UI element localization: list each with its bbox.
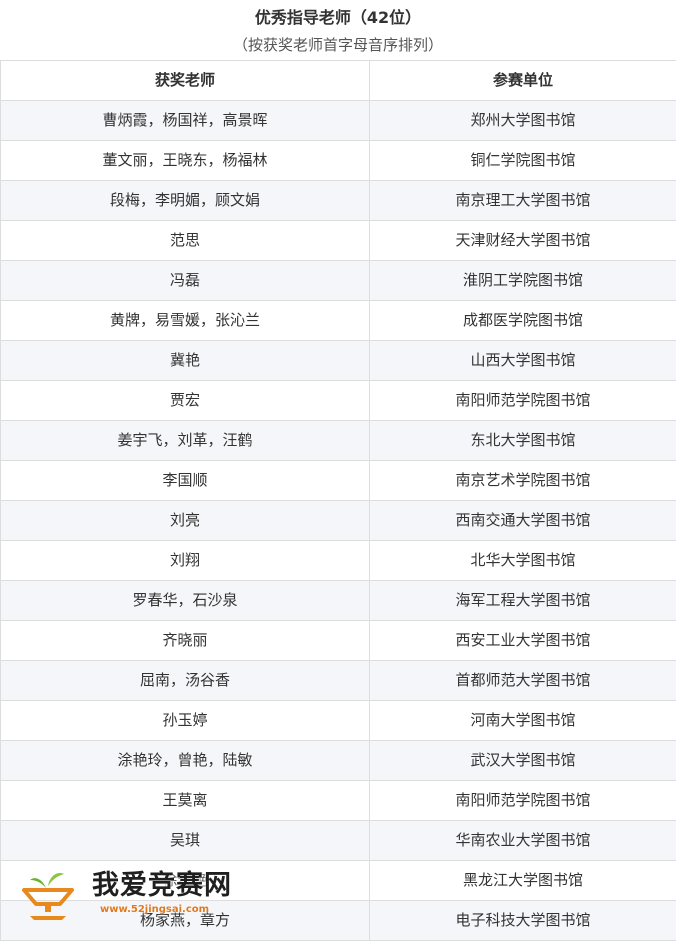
table-row: 杨家燕，章方 电子科技大学图书馆 bbox=[0, 900, 676, 941]
table-row: 段梅，李明媚，顾文娟 南京理工大学图书馆 bbox=[0, 180, 676, 221]
table-row: 屈南，汤谷香 首都师范大学图书馆 bbox=[0, 660, 676, 701]
unit-cell: 北华大学图书馆 bbox=[369, 540, 676, 581]
teacher-cell: 王莫离 bbox=[0, 780, 370, 821]
unit-cell: 西南交通大学图书馆 bbox=[369, 500, 676, 541]
unit-cell: 南阳师范学院图书馆 bbox=[369, 380, 676, 421]
table-row: 刘亮 西南交通大学图书馆 bbox=[0, 500, 676, 541]
table-row: 齐晓丽 西安工业大学图书馆 bbox=[0, 620, 676, 661]
column-header-unit: 参赛单位 bbox=[369, 60, 676, 101]
table-row: 曹炳霞，杨国祥，高景晖 郑州大学图书馆 bbox=[0, 100, 676, 141]
teacher-cell: 曹炳霞，杨国祥，高景晖 bbox=[0, 100, 370, 141]
page-subtitle: （按获奖老师首字母音序排列） bbox=[232, 36, 443, 54]
teacher-cell: 刘翔 bbox=[0, 540, 370, 581]
unit-cell: 成都医学院图书馆 bbox=[369, 300, 676, 341]
table-row: 王莫离 南阳师范学院图书馆 bbox=[0, 780, 676, 821]
table-row: 吴琪 华南农业大学图书馆 bbox=[0, 820, 676, 861]
unit-cell: 华南农业大学图书馆 bbox=[369, 820, 676, 861]
unit-cell: 河南大学图书馆 bbox=[369, 700, 676, 741]
table-row: 孙玉婷 河南大学图书馆 bbox=[0, 700, 676, 741]
table-row: 姜宇飞，刘革，汪鹤 东北大学图书馆 bbox=[0, 420, 676, 461]
unit-cell: 西安工业大学图书馆 bbox=[369, 620, 676, 661]
unit-cell: 天津财经大学图书馆 bbox=[369, 220, 676, 261]
unit-cell: 南京艺术学院图书馆 bbox=[369, 460, 676, 501]
unit-cell: 山西大学图书馆 bbox=[369, 340, 676, 381]
unit-cell: 首都师范大学图书馆 bbox=[369, 660, 676, 701]
teacher-cell: 罗春华，石沙泉 bbox=[0, 580, 370, 621]
unit-cell: 东北大学图书馆 bbox=[369, 420, 676, 461]
table-row: 黄牌，易雪媛，张沁兰 成都医学院图书馆 bbox=[0, 300, 676, 341]
teacher-cell: 杨家燕，章方 bbox=[0, 900, 370, 941]
table-row: 冀艳 山西大学图书馆 bbox=[0, 340, 676, 381]
unit-cell: 铜仁学院图书馆 bbox=[369, 140, 676, 181]
table-header-row: 获奖老师 参赛单位 bbox=[0, 60, 676, 101]
table-row: 徐春艳 黑龙江大学图书馆 bbox=[0, 860, 676, 901]
teacher-cell: 范思 bbox=[0, 220, 370, 261]
teacher-cell: 涂艳玲，曾艳，陆敏 bbox=[0, 740, 370, 781]
unit-cell: 南阳师范学院图书馆 bbox=[369, 780, 676, 821]
unit-cell: 淮阴工学院图书馆 bbox=[369, 260, 676, 301]
table-row: 贾宏 南阳师范学院图书馆 bbox=[0, 380, 676, 421]
page-title: 优秀指导老师（42位） bbox=[254, 8, 422, 27]
teacher-cell: 董文丽，王晓东，杨福林 bbox=[0, 140, 370, 181]
teacher-cell: 黄牌，易雪媛，张沁兰 bbox=[0, 300, 370, 341]
table-row: 范思 天津财经大学图书馆 bbox=[0, 220, 676, 261]
unit-cell: 武汉大学图书馆 bbox=[369, 740, 676, 781]
teacher-cell: 刘亮 bbox=[0, 500, 370, 541]
teacher-cell: 屈南，汤谷香 bbox=[0, 660, 370, 701]
unit-cell: 黑龙江大学图书馆 bbox=[369, 860, 676, 901]
column-header-teacher: 获奖老师 bbox=[0, 60, 370, 101]
teacher-cell: 贾宏 bbox=[0, 380, 370, 421]
unit-cell: 郑州大学图书馆 bbox=[369, 100, 676, 141]
table-row: 涂艳玲，曾艳，陆敏 武汉大学图书馆 bbox=[0, 740, 676, 781]
teacher-cell: 冀艳 bbox=[0, 340, 370, 381]
table-body: 曹炳霞，杨国祥，高景晖 郑州大学图书馆 董文丽，王晓东，杨福林 铜仁学院图书馆 段梅，李… bbox=[0, 100, 676, 941]
table-row: 刘翔 北华大学图书馆 bbox=[0, 540, 676, 581]
unit-cell: 海军工程大学图书馆 bbox=[369, 580, 676, 621]
teacher-cell: 段梅，李明媚，顾文娟 bbox=[0, 180, 370, 221]
awards-table: 获奖老师 参赛单位 曹炳霞，杨国祥，高景晖 郑州大学图书馆 董文丽，王晓东，杨福林铜… bbox=[0, 60, 676, 941]
teacher-cell: 吴琪 bbox=[0, 820, 370, 861]
teacher-cell: 李国顺 bbox=[0, 460, 370, 501]
teacher-cell: 徐春艳 bbox=[0, 860, 370, 901]
teacher-cell: 冯磊 bbox=[0, 260, 370, 301]
table-row: 李国顺 南京艺术学院图书馆 bbox=[0, 460, 676, 501]
teacher-cell: 齐晓丽 bbox=[0, 620, 370, 661]
unit-cell: 电子科技大学图书馆 bbox=[369, 900, 676, 941]
teacher-cell: 孙玉婷 bbox=[0, 700, 370, 741]
table-row: 董文丽，王晓东，杨福林 铜仁学院图书馆 bbox=[0, 140, 676, 181]
teacher-cell: 姜宇飞，刘革，汪鹤 bbox=[0, 420, 370, 461]
table-row: 罗春华，石沙泉 海军工程大学图书馆 bbox=[0, 580, 676, 621]
table-row: 冯磊 淮阴工学院图书馆 bbox=[0, 260, 676, 301]
unit-cell: 南京理工大学图书馆 bbox=[369, 180, 676, 221]
